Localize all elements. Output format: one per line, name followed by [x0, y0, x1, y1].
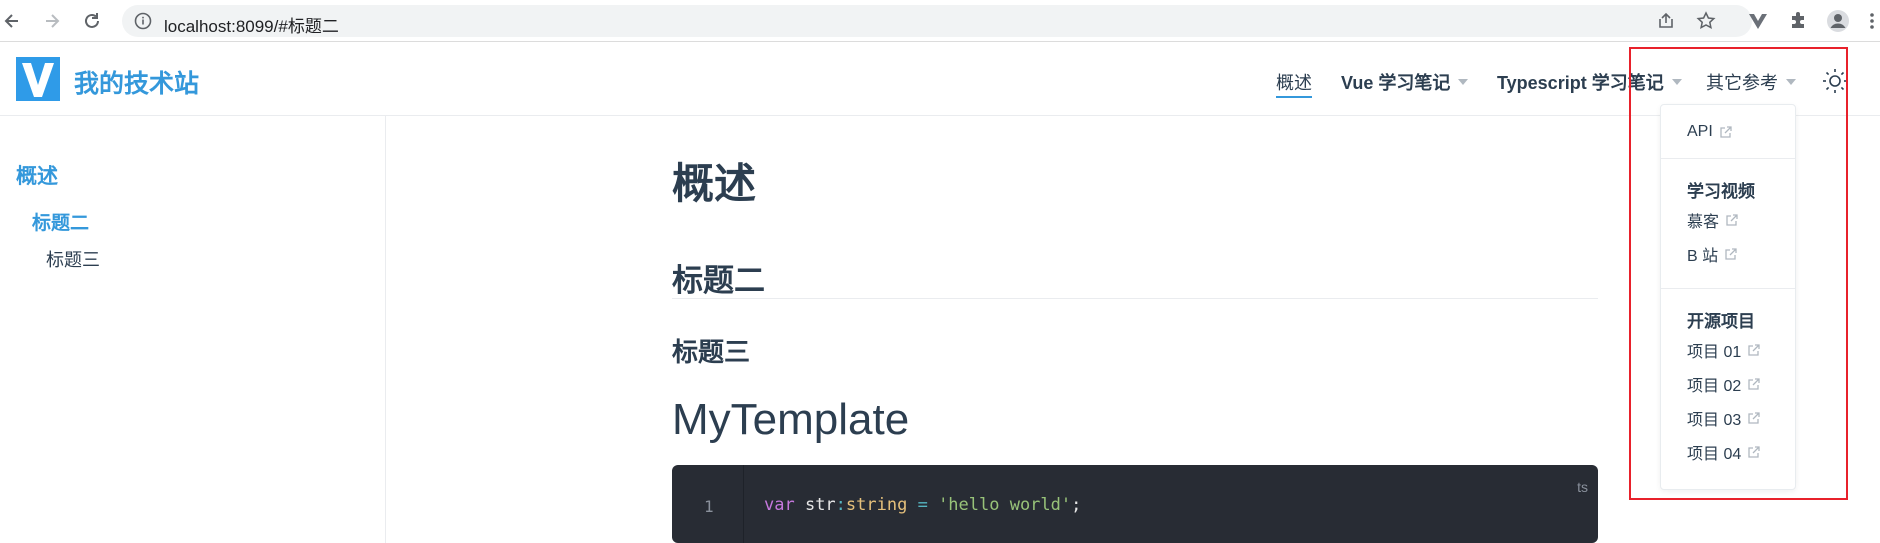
- heading-2: 标题二: [672, 263, 765, 298]
- star-icon[interactable]: [1694, 9, 1718, 33]
- annotation-highlight-box: [1629, 47, 1848, 500]
- profile-icon[interactable]: [1826, 9, 1850, 33]
- code-line: var str:string = 'hello world';: [764, 495, 1081, 515]
- code-string: 'hello world': [938, 495, 1072, 515]
- share-icon[interactable]: [1654, 9, 1678, 33]
- url-text: localhost:8099/#标题二: [164, 17, 339, 36]
- address-bar[interactable]: localhost:8099/#标题二: [122, 5, 1752, 37]
- page-title: 概述: [672, 160, 757, 207]
- code-keyword: var: [764, 495, 795, 515]
- chevron-down-icon: [1458, 79, 1469, 85]
- code-type: string: [845, 495, 908, 515]
- site-navbar: 我的技术站 概述 Vue 学习笔记 Typescript 学习笔记 其它参考: [0, 42, 1880, 116]
- nav-item-label: Vue 学习笔记: [1341, 73, 1451, 93]
- site-title[interactable]: 我的技术站: [74, 64, 199, 100]
- line-number-gutter: 1: [672, 465, 744, 543]
- site-logo[interactable]: [16, 57, 60, 101]
- my-template-heading: MyTemplate: [672, 395, 910, 444]
- heading-3: 标题三: [672, 337, 751, 367]
- vue-extension-icon[interactable]: [1746, 9, 1770, 33]
- line-number: 1: [704, 497, 714, 516]
- nav-item-overview[interactable]: 概述: [1276, 69, 1312, 98]
- code-language-label: ts: [1577, 479, 1588, 495]
- puzzle-icon[interactable]: [1786, 9, 1810, 33]
- code-operator: =: [907, 495, 939, 515]
- more-icon[interactable]: [1860, 9, 1880, 33]
- code-identifier: str: [794, 495, 836, 515]
- code-block: 1 var str:string = 'hello world'; ts: [672, 465, 1598, 543]
- forward-icon[interactable]: [40, 9, 64, 33]
- back-icon[interactable]: [0, 9, 24, 33]
- heading-divider: [672, 298, 1598, 299]
- sidebar-item-heading-3[interactable]: 标题三: [46, 246, 100, 272]
- nav-item-vue-notes[interactable]: Vue 学习笔记: [1341, 69, 1469, 95]
- sidebar: 概述 标题二 标题三: [0, 116, 386, 543]
- code-colon: :: [835, 495, 846, 515]
- code-semicolon: ;: [1071, 495, 1082, 515]
- nav-item-label: 概述: [1276, 69, 1312, 98]
- reload-icon[interactable]: [80, 9, 104, 33]
- info-icon[interactable]: [134, 12, 152, 30]
- sidebar-item-overview[interactable]: 概述: [16, 160, 58, 190]
- sidebar-item-heading-2[interactable]: 标题二: [32, 208, 89, 235]
- browser-toolbar: localhost:8099/#标题二: [0, 0, 1880, 42]
